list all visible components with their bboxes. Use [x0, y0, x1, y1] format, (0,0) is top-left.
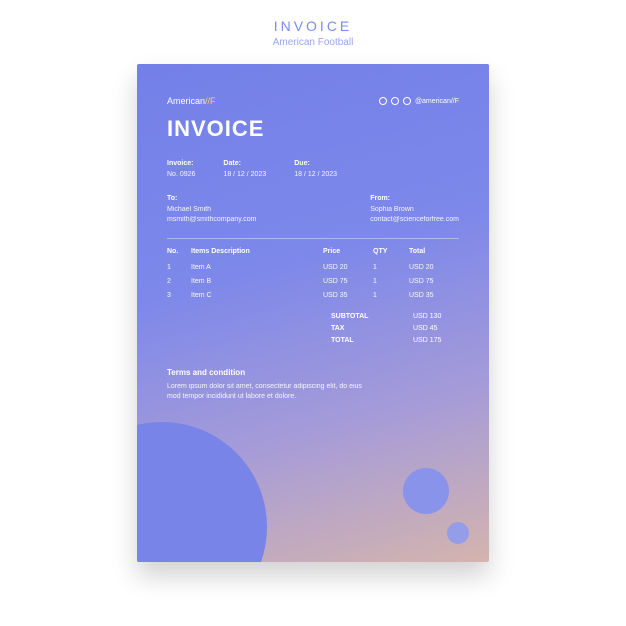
- decorative-circle-small: [447, 522, 469, 544]
- col-no: No.: [167, 248, 191, 255]
- invoice-number-value: No. 0926: [167, 170, 195, 179]
- meta-row: Invoice: No. 0926 Date: 18 / 12 / 2023 D…: [167, 160, 459, 179]
- invoice-number-label: Invoice:: [167, 160, 195, 167]
- party-row: To: Michael Smith msmith@smithcompany.co…: [167, 195, 459, 224]
- date-value: 18 / 12 / 2023: [223, 170, 266, 179]
- total-value: USD 175: [413, 337, 459, 344]
- social-handle: @american//F: [415, 98, 459, 105]
- cell-no: 1: [167, 264, 191, 271]
- tax-label: TAX: [331, 325, 385, 332]
- cell-qty: 1: [373, 264, 409, 271]
- instagram-icon: [379, 97, 387, 105]
- tax-line: TAX USD 45: [167, 325, 459, 332]
- terms-body: Lorem ipsum dolor sit amet, consectetur …: [167, 382, 377, 402]
- due-label: Due:: [294, 160, 337, 167]
- meta-due: Due: 18 / 12 / 2023: [294, 160, 337, 179]
- cell-price: USD 35: [323, 292, 373, 299]
- date-label: Date:: [223, 160, 266, 167]
- items-table: No. Items Description Price QTY Total 1 …: [167, 248, 459, 299]
- page-title: INVOICE: [0, 18, 626, 34]
- brand-row: American//F @american//F: [167, 96, 459, 106]
- cell-desc: Item B: [191, 278, 323, 285]
- subtotal-line: SUBTOTAL USD 130: [167, 313, 459, 320]
- cell-desc: Item A: [191, 264, 323, 271]
- to-name: Michael Smith: [167, 205, 256, 214]
- subtotal-label: SUBTOTAL: [331, 313, 385, 320]
- terms-block: Terms and condition Lorem ipsum dolor si…: [167, 368, 459, 402]
- decorative-circle-large: [137, 422, 267, 562]
- to-email: msmith@smithcompany.com: [167, 215, 256, 224]
- bill-to: To: Michael Smith msmith@smithcompany.co…: [167, 195, 256, 224]
- cell-no: 3: [167, 292, 191, 299]
- to-label: To:: [167, 195, 256, 202]
- from-email: contact@scienceforfree.com: [370, 215, 459, 224]
- col-qty: QTY: [373, 248, 409, 255]
- col-total: Total: [409, 248, 459, 255]
- cell-qty: 1: [373, 278, 409, 285]
- meta-date: Date: 18 / 12 / 2023: [223, 160, 266, 179]
- table-header: No. Items Description Price QTY Total: [167, 248, 459, 255]
- brand-logo: American//F: [167, 96, 216, 106]
- from-label: From:: [370, 195, 459, 202]
- subtotal-value: USD 130: [413, 313, 459, 320]
- col-desc: Items Description: [191, 248, 323, 255]
- meta-invoice: Invoice: No. 0926: [167, 160, 195, 179]
- totals-block: SUBTOTAL USD 130 TAX USD 45 TOTAL USD 17…: [167, 313, 459, 344]
- page-header: INVOICE American Football: [0, 0, 626, 56]
- total-line: TOTAL USD 175: [167, 337, 459, 344]
- cell-qty: 1: [373, 292, 409, 299]
- table-row: 2 Item B USD 75 1 USD 75: [167, 278, 459, 285]
- cell-total: USD 35: [409, 292, 459, 299]
- cell-total: USD 20: [409, 264, 459, 271]
- brand-accent: //F: [205, 96, 216, 106]
- brand-name: American: [167, 96, 205, 106]
- decorative-circle-medium: [403, 468, 449, 514]
- invoice-card: American//F @american//F INVOICE Invoice…: [137, 64, 489, 562]
- cell-no: 2: [167, 278, 191, 285]
- page-subtitle: American Football: [0, 37, 626, 48]
- invoice-title: INVOICE: [167, 116, 459, 142]
- facebook-icon: [391, 97, 399, 105]
- total-label: TOTAL: [331, 337, 385, 344]
- cell-price: USD 75: [323, 278, 373, 285]
- from-name: Sophia Brown: [370, 205, 459, 214]
- cell-desc: Item C: [191, 292, 323, 299]
- col-price: Price: [323, 248, 373, 255]
- tiktok-icon: [403, 97, 411, 105]
- table-row: 3 Item C USD 35 1 USD 35: [167, 292, 459, 299]
- social-links: @american//F: [379, 97, 459, 105]
- table-row: 1 Item A USD 20 1 USD 20: [167, 264, 459, 271]
- due-value: 18 / 12 / 2023: [294, 170, 337, 179]
- terms-title: Terms and condition: [167, 368, 459, 377]
- bill-from: From: Sophia Brown contact@scienceforfre…: [370, 195, 459, 224]
- cell-price: USD 20: [323, 264, 373, 271]
- tax-value: USD 45: [413, 325, 459, 332]
- cell-total: USD 75: [409, 278, 459, 285]
- divider: [167, 238, 459, 239]
